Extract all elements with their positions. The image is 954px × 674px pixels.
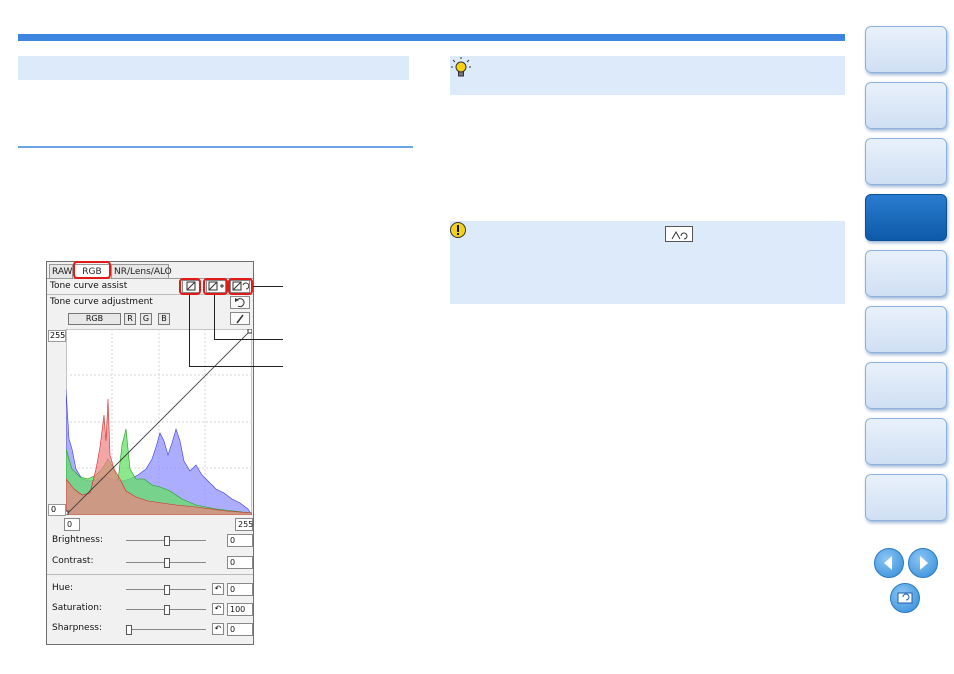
reset-button-highlight bbox=[228, 278, 253, 295]
callout-line-2 bbox=[214, 339, 283, 340]
hue-thumb[interactable] bbox=[164, 585, 170, 595]
tone-curve-reset-button[interactable] bbox=[230, 296, 250, 309]
tab-raw[interactable]: RAW bbox=[49, 264, 73, 278]
channel-g-button[interactable]: G bbox=[140, 313, 152, 325]
input-min-field[interactable]: 0 bbox=[64, 518, 80, 531]
sharpness-label: Sharpness: bbox=[52, 623, 102, 633]
lightbulb-icon bbox=[451, 57, 471, 77]
nav-tab-2[interactable] bbox=[865, 82, 947, 129]
nav-tab-3[interactable] bbox=[865, 138, 947, 185]
hue-label: Hue: bbox=[52, 583, 74, 593]
channel-r-button[interactable]: R bbox=[124, 313, 136, 325]
tone-curve-adjustment-label: Tone curve adjustment bbox=[50, 297, 153, 307]
brightness-field[interactable]: 0 bbox=[227, 534, 253, 547]
hue-reset-button[interactable]: ↶ bbox=[212, 583, 224, 595]
callout-line-3 bbox=[189, 366, 283, 367]
tip-box bbox=[450, 56, 845, 95]
input-max-field[interactable]: 255 bbox=[235, 518, 253, 531]
callout-line-1 bbox=[253, 286, 283, 287]
top-accent-bar bbox=[18, 34, 845, 41]
eyedropper-button[interactable] bbox=[230, 312, 250, 325]
sharpness-thumb[interactable] bbox=[126, 625, 132, 635]
tone-curve-assist-label: Tone curve assist bbox=[50, 281, 128, 291]
return-icon bbox=[897, 592, 913, 604]
nav-tab-8[interactable] bbox=[865, 418, 947, 465]
custom-button-highlight bbox=[203, 278, 228, 295]
sharpness-field[interactable]: 0 bbox=[227, 623, 253, 636]
next-page-icon bbox=[920, 556, 928, 570]
channel-b-button[interactable]: B bbox=[158, 313, 170, 325]
contrast-thumb[interactable] bbox=[164, 558, 170, 568]
caution-box bbox=[450, 221, 845, 304]
brightness-thumb[interactable] bbox=[164, 536, 170, 546]
contrast-field[interactable]: 0 bbox=[227, 556, 253, 569]
sharpness-reset-button[interactable]: ↶ bbox=[212, 623, 224, 635]
brightness-label: Brightness: bbox=[52, 535, 103, 545]
nav-tab-6[interactable] bbox=[865, 306, 947, 353]
nav-tab-4-active[interactable] bbox=[865, 194, 947, 241]
prev-page-button[interactable] bbox=[874, 548, 904, 578]
section-divider bbox=[18, 146, 413, 148]
callout-line-2-vertical bbox=[214, 295, 215, 339]
saturation-reset-button[interactable]: ↶ bbox=[212, 603, 224, 615]
nav-tab-7[interactable] bbox=[865, 362, 947, 409]
separator bbox=[47, 574, 253, 575]
y-max-label: 255 bbox=[48, 330, 66, 342]
callout-line-3-vertical bbox=[189, 295, 190, 367]
warning-icon bbox=[450, 222, 466, 238]
saturation-field[interactable]: 100 bbox=[227, 603, 253, 616]
sharpness-slider[interactable] bbox=[126, 629, 206, 630]
next-page-button[interactable] bbox=[908, 548, 938, 578]
tab-nr-lens-alo[interactable]: NR/Lens/ALO bbox=[111, 264, 172, 278]
y-min-label: 0 bbox=[48, 504, 66, 516]
contrast-label: Contrast: bbox=[52, 556, 94, 566]
nav-tab-5[interactable] bbox=[865, 250, 947, 297]
standard-button-highlight bbox=[179, 278, 201, 295]
saturation-label: Saturation: bbox=[52, 603, 102, 613]
tone-curve-graph[interactable] bbox=[66, 329, 252, 515]
rgb-tab-highlight bbox=[73, 261, 111, 279]
curve-reset-icon bbox=[665, 226, 693, 242]
nav-tab-9[interactable] bbox=[865, 474, 947, 521]
channel-rgb-button[interactable]: RGB bbox=[68, 313, 121, 325]
section-heading-bar bbox=[18, 56, 409, 80]
hue-field[interactable]: 0 bbox=[227, 583, 253, 596]
nav-tab-1[interactable] bbox=[865, 26, 947, 73]
prev-page-icon bbox=[884, 556, 892, 570]
return-button[interactable] bbox=[890, 583, 920, 613]
saturation-thumb[interactable] bbox=[164, 605, 170, 615]
